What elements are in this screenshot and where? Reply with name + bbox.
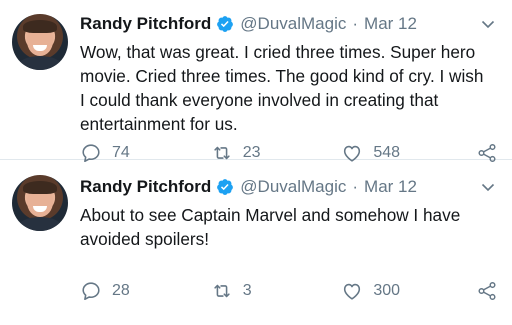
tweet-date[interactable]: Mar 12 [364, 14, 417, 34]
reply-button[interactable]: 28 [80, 280, 211, 302]
tweet-actions: 28 3 300 [80, 280, 498, 302]
author-name[interactable]: Randy Pitchford [80, 177, 211, 197]
verified-icon [216, 178, 234, 196]
separator: · [352, 14, 359, 33]
tweet-text: About to see Captain Marvel and somehow … [80, 205, 461, 249]
author-handle[interactable]: @DuvalMagic [240, 177, 346, 197]
author-handle[interactable]: @DuvalMagic [240, 14, 346, 34]
retweet-count: 3 [242, 282, 252, 299]
chevron-down-icon[interactable] [480, 16, 496, 32]
like-icon [344, 283, 361, 300]
tweet-header: Randy Pitchford @DuvalMagic · Mar 12 [80, 12, 498, 36]
tweet-feed: Randy Pitchford @DuvalMagic · Mar 12 Wow… [0, 0, 512, 325]
retweet-icon [214, 284, 230, 298]
tweet[interactable]: Randy Pitchford @DuvalMagic · Mar 12 Wow… [0, 0, 512, 163]
reply-count: 28 [112, 282, 130, 299]
retweet-button[interactable]: 3 [211, 280, 342, 302]
share-icon [478, 282, 496, 300]
avatar[interactable] [12, 175, 68, 231]
share-button[interactable] [476, 280, 498, 302]
avatar[interactable] [12, 14, 68, 70]
tweet-date[interactable]: Mar 12 [364, 177, 417, 197]
separator: · [352, 177, 359, 196]
tweet-text: Wow, that was great. I cried three times… [80, 42, 484, 134]
tweet-header: Randy Pitchford @DuvalMagic · Mar 12 [80, 175, 498, 199]
like-button[interactable]: 300 [341, 280, 476, 302]
tweet-content: Randy Pitchford @DuvalMagic · Mar 12 Wow… [80, 12, 498, 136]
reply-icon [82, 282, 100, 301]
like-count: 300 [373, 282, 401, 299]
chevron-down-icon[interactable] [480, 179, 496, 195]
author-name[interactable]: Randy Pitchford [80, 14, 211, 34]
verified-icon [216, 15, 234, 33]
tweet-content: Randy Pitchford @DuvalMagic · Mar 12 Abo… [80, 175, 498, 251]
tweet[interactable]: Randy Pitchford @DuvalMagic · Mar 12 Abo… [0, 160, 512, 325]
